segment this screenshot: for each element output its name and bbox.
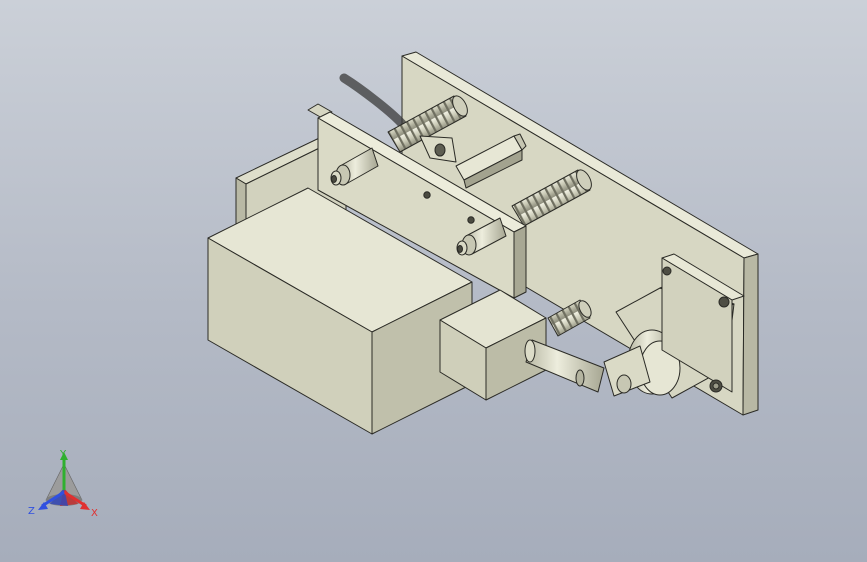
y-axis-label: Y — [59, 449, 67, 460]
z-axis-label: Z — [28, 506, 35, 517]
cad-viewport[interactable]: Y X Z — [0, 0, 867, 562]
x-axis-label: X — [91, 508, 98, 519]
lower-shaft — [524, 339, 605, 393]
axis-triad: Y X Z — [24, 448, 104, 522]
assembly-model[interactable] — [0, 0, 867, 562]
